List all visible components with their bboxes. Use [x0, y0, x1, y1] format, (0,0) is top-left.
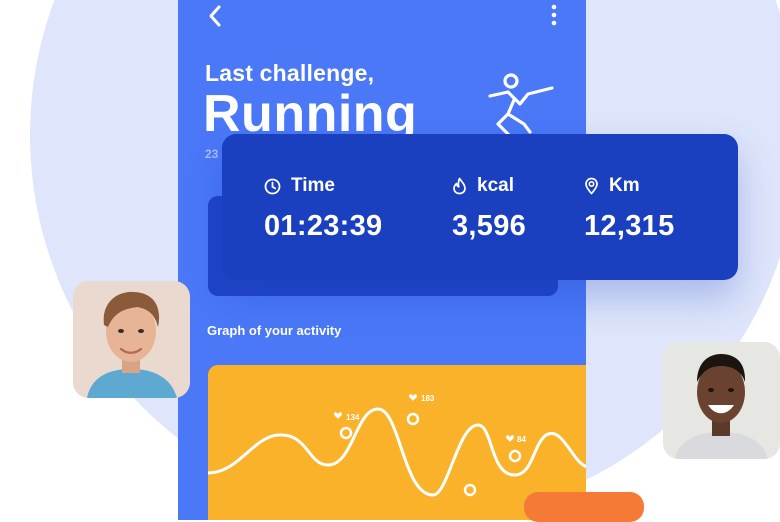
- avatar[interactable]: [663, 342, 780, 459]
- stat-value: 01:23:39: [264, 210, 383, 242]
- stat-value: 3,596: [452, 210, 527, 242]
- stats-card: Time 01:23:39 kcal 3,596 Km 12,315: [222, 134, 738, 280]
- chevron-left-icon: [209, 5, 221, 27]
- graph-marker: 183: [409, 394, 435, 403]
- more-menu-button[interactable]: [544, 2, 564, 30]
- avatar-photo: [663, 342, 780, 459]
- heart-icon: [409, 394, 417, 401]
- stat-label: Time: [291, 175, 336, 196]
- back-button[interactable]: [204, 2, 228, 30]
- flame-icon: [453, 177, 466, 195]
- heart-icon: [506, 435, 514, 442]
- runner-icon: [488, 73, 554, 138]
- orange-accent-shape: [524, 492, 644, 522]
- graph-marker: 134: [334, 412, 360, 422]
- graph-marker-value: 183: [421, 394, 435, 403]
- graph-marker: 84: [506, 435, 526, 444]
- stat-distance: Km 12,315: [584, 174, 675, 243]
- more-vertical-icon: [551, 4, 557, 26]
- location-pin-icon: [585, 177, 598, 195]
- graph-marker-value: 84: [517, 435, 526, 444]
- avatar-photo: [73, 281, 190, 398]
- stat-label: kcal: [477, 175, 514, 196]
- date-fragment: 23: [205, 147, 219, 161]
- heart-icon: [334, 412, 342, 419]
- graph-point[interactable]: [508, 449, 522, 463]
- stat-label: Km: [609, 175, 640, 196]
- stat-time: Time 01:23:39: [264, 174, 383, 243]
- graph-point[interactable]: [463, 483, 477, 497]
- activity-curve: [208, 407, 586, 497]
- stat-value: 12,315: [584, 210, 675, 242]
- graph-title: Graph of your activity: [207, 323, 342, 338]
- avatar[interactable]: [73, 281, 190, 398]
- challenge-subtitle: Last challenge,: [205, 60, 375, 86]
- graph-point[interactable]: [406, 412, 420, 426]
- graph-point[interactable]: [339, 426, 353, 440]
- stat-kcal: kcal 3,596: [452, 174, 526, 243]
- clock-icon: [264, 178, 281, 194]
- graph-marker-value: 134: [346, 413, 360, 422]
